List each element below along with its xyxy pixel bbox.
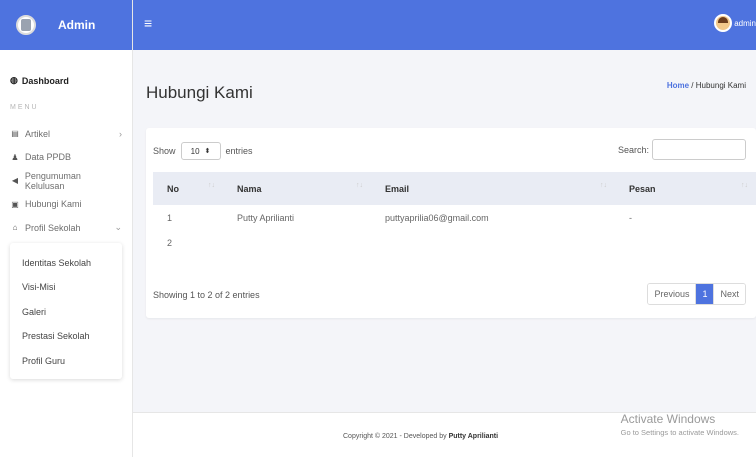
breadcrumb-current: Hubungi Kami (695, 81, 746, 90)
megaphone-icon: ◀ (11, 176, 19, 186)
breadcrumb-separator: / (691, 81, 694, 90)
entries-length-control: Show 10 ⬍ entries (153, 142, 253, 160)
column-header-no[interactable]: No ↑↓ (153, 172, 223, 205)
contact-card-icon: ▣ (11, 199, 19, 209)
previous-page-button[interactable]: Previous (648, 284, 697, 304)
sidebar-item-pengumuman[interactable]: ◀ Pengumuman Kelulusan (0, 169, 132, 193)
submenu-item-identitas[interactable]: Identitas Sekolah (10, 251, 122, 276)
sidebar-item-artikel[interactable]: ▤ Artikel › (0, 122, 132, 146)
chevron-right-icon: › (119, 128, 122, 139)
author-name: Putty Aprilianti (448, 433, 499, 440)
user-menu[interactable]: admin (714, 14, 756, 32)
column-header-nama[interactable]: Nama ↑↓ (223, 172, 371, 205)
show-label: Show (153, 146, 176, 156)
page-title: Hubungi Kami (146, 83, 253, 102)
sort-icon: ↑↓ (356, 182, 363, 189)
sort-icon: ↑↓ (600, 182, 607, 189)
sort-updown-icon: ⬍ (204, 148, 211, 155)
table-info: Showing 1 to 2 of 2 entries (153, 290, 260, 300)
cell-nama (223, 231, 371, 257)
avatar (714, 14, 733, 32)
entries-label: entries (225, 146, 253, 156)
menu-toggle-icon[interactable]: ≡ (144, 15, 152, 31)
submenu-profil-sekolah: Identitas Sekolah Visi-Misi Galeri Prest… (10, 242, 122, 379)
chevron-down-icon: ⌄ (114, 222, 122, 233)
sidebar-item-label: Artikel (25, 128, 51, 139)
topbar: ≡ admin (133, 0, 756, 50)
page-button-current[interactable]: 1 (696, 284, 714, 304)
search-label: Search: (617, 144, 649, 155)
breadcrumb-home-link[interactable]: Home (667, 81, 689, 90)
table-header-row: No ↑↓ Nama ↑↓ Email ↑↓ Pesan ↑↓ (153, 172, 756, 205)
sidebar-item-data-ppdb[interactable]: ♟ Data PPDB (0, 146, 132, 170)
activate-windows-watermark: Activate Windows Go to Settings to activ… (620, 412, 739, 437)
sidebar-item-label: Hubungi Kami (25, 199, 82, 210)
entries-select[interactable]: 10 ⬍ (180, 142, 221, 160)
next-page-button[interactable]: Next (713, 284, 745, 304)
sidebar-item-profil-sekolah[interactable]: ⌂ Profil Sekolah ⌄ (0, 216, 132, 240)
school-logo-icon (16, 15, 36, 35)
search-control: Search: (618, 139, 746, 160)
table-row: 2 (153, 231, 756, 257)
sidebar-item-hubungi-kami[interactable]: ▣ Hubungi Kami (0, 193, 132, 217)
brand-title: Admin (58, 18, 96, 32)
cell-pesan (615, 231, 756, 257)
search-input[interactable] (652, 139, 746, 160)
sidebar-section-menu: MENU (10, 104, 39, 111)
submenu-item-prestasi[interactable]: Prestasi Sekolah (10, 324, 122, 349)
cell-email: puttyaprilia06@gmail.com (385, 212, 489, 223)
brand[interactable]: Admin (0, 0, 132, 50)
cell-no: 1 (167, 212, 173, 223)
sidebar-item-label: Dashboard (21, 75, 69, 86)
palette-icon: ◍ (10, 75, 18, 85)
newspaper-icon: ▤ (11, 129, 19, 139)
submenu-item-profil-guru[interactable]: Profil Guru (10, 349, 122, 374)
table-row: 1 Putty Aprilianti puttyaprilia06@gmail.… (153, 205, 756, 231)
sort-icon: ↑↓ (741, 182, 748, 189)
sidebar-item-dashboard[interactable]: ◍ Dashboard (0, 50, 132, 92)
school-icon: ⌂ (12, 223, 18, 233)
column-header-pesan[interactable]: Pesan ↑↓ (615, 172, 756, 205)
column-header-email[interactable]: Email ↑↓ (371, 172, 615, 205)
submenu-item-visi-misi[interactable]: Visi-Misi (10, 275, 122, 300)
sort-icon: ↑↓ (208, 182, 215, 189)
user-icon: ♟ (11, 152, 19, 162)
sidebar-item-label: Data PPDB (25, 152, 72, 163)
sidebar: Admin ◍ Dashboard MENU ▤ Artikel › ♟ Dat… (0, 0, 133, 457)
cell-pesan: - (629, 212, 632, 223)
submenu-item-galeri[interactable]: Galeri (10, 300, 122, 325)
copyright-text: Copyright © 2021 - Developed by Putty Ap… (343, 433, 499, 440)
data-table-card: Show 10 ⬍ entries Search: No ↑↓ Nama ↑↓ Em… (146, 128, 756, 318)
pagination: Previous 1 Next (647, 283, 746, 305)
contacts-table: No ↑↓ Nama ↑↓ Email ↑↓ Pesan ↑↓ 1 Putty Apri… (153, 172, 756, 256)
sidebar-item-label: Pengumuman Kelulusan (24, 170, 81, 191)
cell-nama: Putty Aprilianti (237, 212, 295, 223)
username: admin (734, 18, 756, 28)
breadcrumb: Home / Hubungi Kami (667, 81, 746, 90)
sidebar-item-label: Profil Sekolah (25, 222, 81, 233)
cell-no: 2 (167, 238, 173, 249)
cell-email (371, 231, 615, 257)
